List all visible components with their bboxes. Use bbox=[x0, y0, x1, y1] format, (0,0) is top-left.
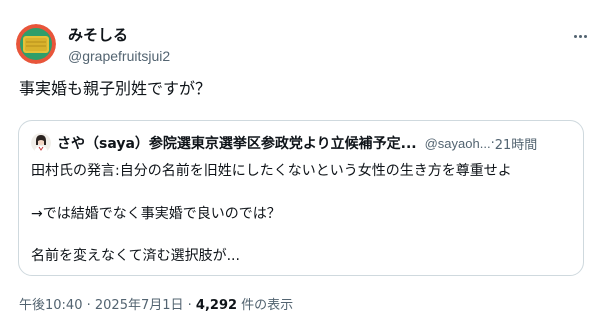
quoted-tweet-header: さや（saya）参院選東京選挙区参政党より立候補予定... @sayaoh...… bbox=[31, 133, 576, 153]
quoted-author-handle[interactable]: @sayaoh... bbox=[425, 136, 491, 151]
views-label: 件の表示 bbox=[237, 298, 294, 313]
more-horizontal-icon-dot bbox=[578, 34, 582, 38]
meta-separator: · bbox=[82, 298, 95, 313]
author-avatar[interactable] bbox=[16, 24, 56, 64]
quoted-author-display-name[interactable]: さや（saya）参院選東京選挙区参政党より立候補予定... bbox=[57, 133, 417, 153]
more-options-button[interactable] bbox=[570, 26, 590, 46]
quoted-tweet[interactable]: さや（saya）参院選東京選挙区参政党より立候補予定... @sayaoh...… bbox=[18, 120, 584, 276]
tweet-text: 事実婚も親子別姓ですが？ bbox=[19, 79, 212, 98]
tweet-time[interactable]: 午後10:40 bbox=[19, 298, 82, 313]
tweet-card: みそしる @grapefruitsjui2 事実婚も親子別姓ですが？ さや（sa… bbox=[0, 0, 610, 328]
author-info: みそしる @grapefruitsjui2 bbox=[68, 26, 170, 65]
quoted-timestamp[interactable]: 21時間 bbox=[495, 134, 538, 153]
meta-separator: · bbox=[183, 298, 196, 313]
quoted-text-line: 田村氏の発言:自分の名前を旧姓にしたくないという女性の生き方を尊重せよ bbox=[31, 163, 512, 179]
views-count[interactable]: 4,292 bbox=[196, 298, 237, 313]
quoted-text-line: 名前を変えなくて済む選択肢が... bbox=[31, 248, 240, 264]
avatar-image bbox=[16, 24, 56, 64]
quoted-text-line: →では結婚でなく事実婚で良いのでは？ bbox=[31, 206, 281, 222]
more-horizontal-icon bbox=[573, 34, 577, 38]
author-display-name[interactable]: みそしる bbox=[68, 26, 170, 44]
quoted-avatar-image bbox=[31, 133, 51, 153]
tweet-date[interactable]: 2025年7月1日 bbox=[95, 298, 184, 313]
quoted-author-avatar[interactable] bbox=[31, 133, 51, 153]
author-handle[interactable]: @grapefruitsjui2 bbox=[68, 47, 170, 65]
more-horizontal-icon-dot bbox=[583, 34, 587, 38]
tweet-meta: 午後10:40 · 2025年7月1日 · 4,292 件の表示 bbox=[19, 294, 293, 313]
